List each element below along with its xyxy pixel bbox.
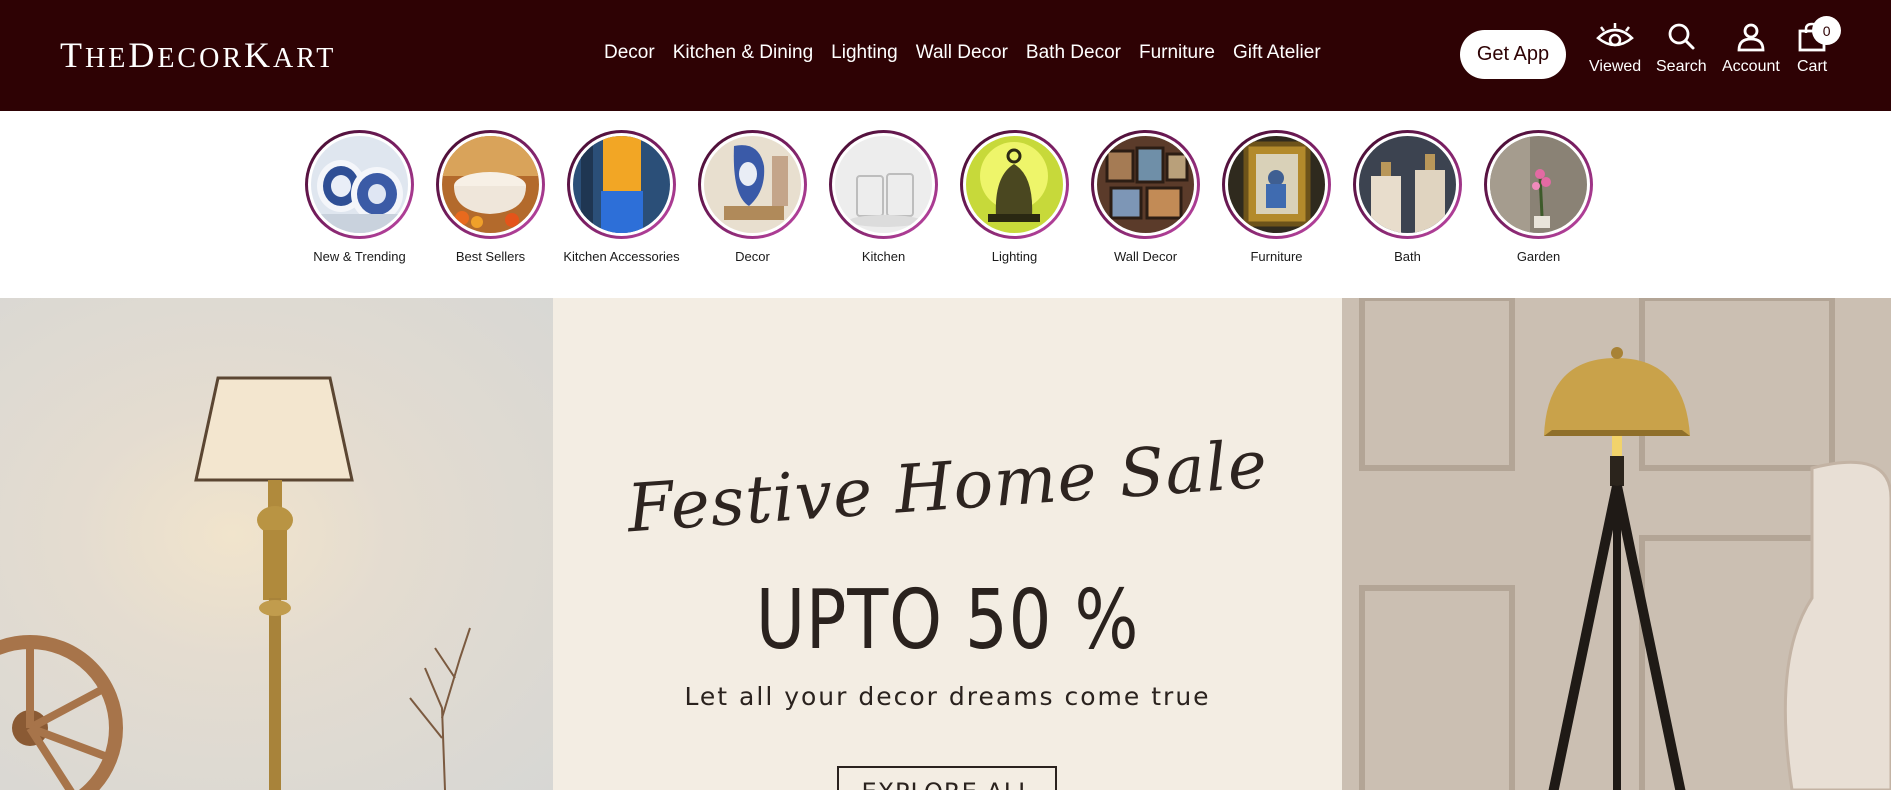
category-label: Best Sellers bbox=[455, 249, 526, 264]
category-ring bbox=[1222, 130, 1331, 239]
category-ring bbox=[436, 130, 545, 239]
kitchen-accessories-thumbnail bbox=[573, 136, 670, 233]
category-kitchen[interactable]: Kitchen bbox=[818, 130, 949, 264]
logo-he: HE bbox=[85, 43, 129, 74]
category-label: Furniture bbox=[1250, 249, 1303, 264]
category-label: Wall Decor bbox=[1113, 249, 1178, 264]
category-label: Lighting bbox=[991, 249, 1038, 264]
category-ring bbox=[1353, 130, 1462, 239]
nav-lighting[interactable]: Lighting bbox=[831, 42, 898, 64]
category-strip: New & Trending Best Sellers Kitchen Acce… bbox=[0, 111, 1891, 298]
hero-subtitle: Let all your decor dreams come true bbox=[684, 682, 1211, 711]
hero-headline: UPTO 50 % bbox=[755, 573, 1140, 668]
nav-gift-atelier[interactable]: Gift Atelier bbox=[1233, 42, 1321, 64]
category-label: New & Trending bbox=[313, 249, 406, 264]
hero-tripod-lamp-image bbox=[1342, 298, 1891, 790]
logo-ecor: ECOR bbox=[157, 43, 245, 74]
nav-wall-decor[interactable]: Wall Decor bbox=[916, 42, 1008, 64]
category-ring bbox=[1091, 130, 1200, 239]
category-ring bbox=[305, 130, 414, 239]
lighting-thumbnail bbox=[966, 136, 1063, 233]
cart-button[interactable]: 0 Cart bbox=[1797, 16, 1842, 76]
garden-thumbnail bbox=[1490, 136, 1587, 233]
viewed-button[interactable]: Viewed bbox=[1589, 22, 1641, 76]
hero-floor-lamp-image bbox=[0, 298, 553, 790]
main-nav: Decor Kitchen & Dining Lighting Wall Dec… bbox=[604, 42, 1321, 64]
cart-count-badge: 0 bbox=[1812, 16, 1842, 45]
cart-label: Cart bbox=[1797, 58, 1828, 75]
search-button[interactable]: Search bbox=[1656, 22, 1707, 76]
hero-sale-panel: Festive Home Sale UPTO 50 % Let all your… bbox=[553, 298, 1342, 790]
category-label: Bath bbox=[1394, 249, 1421, 264]
category-ring bbox=[960, 130, 1069, 239]
search-label: Search bbox=[1656, 58, 1707, 75]
category-lighting[interactable]: Lighting bbox=[949, 130, 1080, 264]
category-ring bbox=[698, 130, 807, 239]
category-label: Garden bbox=[1516, 249, 1561, 264]
site-logo[interactable]: THEDECORKART bbox=[60, 34, 336, 76]
category-ring bbox=[829, 130, 938, 239]
account-button[interactable]: Account bbox=[1722, 22, 1780, 76]
category-label: Decor bbox=[735, 249, 770, 264]
nav-bath-decor[interactable]: Bath Decor bbox=[1026, 42, 1121, 64]
hero-banner[interactable]: Festive Home Sale UPTO 50 % Let all your… bbox=[0, 298, 1891, 790]
new-trending-thumbnail bbox=[311, 136, 408, 233]
kitchen-thumbnail bbox=[835, 136, 932, 233]
logo-letter-d: D bbox=[128, 35, 158, 75]
best-sellers-thumbnail bbox=[442, 136, 539, 233]
category-ring bbox=[567, 130, 676, 239]
nav-kitchen-dining[interactable]: Kitchen & Dining bbox=[673, 42, 813, 64]
category-furniture[interactable]: Furniture bbox=[1211, 130, 1342, 264]
furniture-thumbnail bbox=[1228, 136, 1325, 233]
category-decor[interactable]: Decor bbox=[687, 130, 818, 264]
decor-thumbnail bbox=[704, 136, 801, 233]
wall-decor-thumbnail bbox=[1097, 136, 1194, 233]
get-app-button[interactable]: Get App bbox=[1460, 30, 1566, 79]
bath-thumbnail bbox=[1359, 136, 1456, 233]
hero-script-title: Festive Home Sale bbox=[624, 425, 1271, 548]
user-icon bbox=[1737, 23, 1765, 52]
nav-furniture[interactable]: Furniture bbox=[1139, 42, 1215, 64]
category-label: Kitchen bbox=[861, 249, 906, 264]
category-label: Kitchen Accessories bbox=[563, 249, 680, 264]
category-kitchen-accessories[interactable]: Kitchen Accessories bbox=[556, 130, 687, 264]
category-best-sellers[interactable]: Best Sellers bbox=[425, 130, 556, 264]
category-wall-decor[interactable]: Wall Decor bbox=[1080, 130, 1211, 264]
category-bath[interactable]: Bath bbox=[1342, 130, 1473, 264]
eye-icon bbox=[1596, 23, 1634, 47]
viewed-label: Viewed bbox=[1589, 58, 1642, 75]
site-header: THEDECORKART Decor Kitchen & Dining Ligh… bbox=[0, 0, 1891, 111]
search-icon bbox=[1668, 23, 1695, 50]
logo-letter-t: T bbox=[60, 35, 85, 75]
explore-all-button[interactable]: EXPLORE ALL bbox=[837, 766, 1057, 790]
logo-art: ART bbox=[273, 43, 337, 74]
category-garden[interactable]: Garden bbox=[1473, 130, 1604, 264]
logo-letter-k: K bbox=[244, 35, 274, 75]
account-label: Account bbox=[1722, 58, 1780, 75]
category-ring bbox=[1484, 130, 1593, 239]
category-new-trending[interactable]: New & Trending bbox=[294, 130, 425, 264]
nav-decor[interactable]: Decor bbox=[604, 42, 655, 64]
